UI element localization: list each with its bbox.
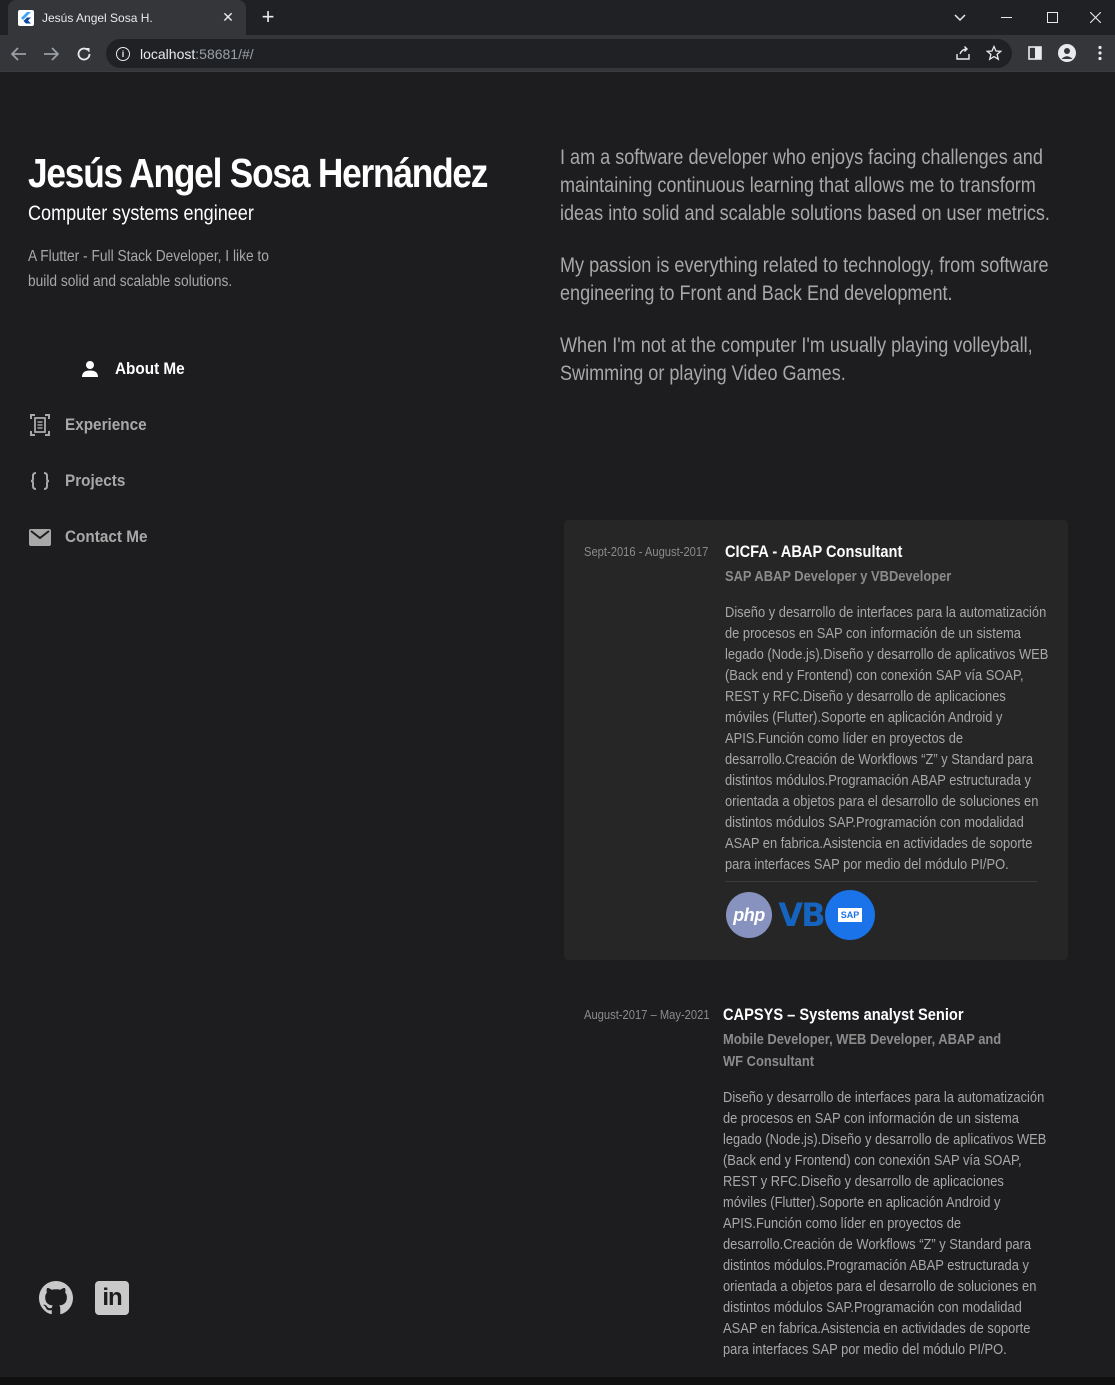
document-scan-icon bbox=[29, 414, 51, 436]
browser-menu-icon[interactable] bbox=[1090, 43, 1110, 63]
url-path: :58681/#/ bbox=[195, 45, 254, 62]
nav-contact-me[interactable]: Contact Me bbox=[29, 526, 157, 548]
experience-description: Diseño y desarrollo de interfaces para l… bbox=[725, 604, 1049, 873]
side-panel-icon[interactable] bbox=[1025, 43, 1045, 63]
browser-tab[interactable]: Jesús Angel Sosa H. ✕ bbox=[8, 0, 246, 35]
portfolio-page: Jesús Angel Sosa Hernández Computer syst… bbox=[0, 72, 1115, 1377]
nav-about-me[interactable]: About Me bbox=[79, 358, 192, 380]
profile-role: Computer systems engineer bbox=[28, 202, 254, 225]
bookmark-star-icon[interactable] bbox=[985, 44, 1003, 65]
sap-logo-text: SAP bbox=[837, 908, 863, 922]
code-braces-icon bbox=[29, 470, 51, 492]
page-bottom-edge bbox=[0, 1377, 1115, 1385]
flutter-favicon-icon bbox=[18, 9, 34, 26]
tab-title: Jesús Angel Sosa H. bbox=[42, 10, 153, 25]
mail-icon bbox=[29, 526, 51, 548]
tab-search-chevron-icon[interactable] bbox=[937, 0, 983, 35]
person-icon bbox=[79, 358, 101, 380]
nav-label: Contact Me bbox=[65, 527, 148, 546]
share-icon[interactable] bbox=[954, 45, 972, 65]
vb-logo-icon: VB bbox=[776, 892, 826, 938]
linkedin-logo-text: in bbox=[102, 1284, 122, 1311]
php-logo-text: php bbox=[733, 904, 765, 925]
nav-label: Experience bbox=[65, 415, 147, 434]
forward-arrow-icon[interactable] bbox=[38, 41, 64, 67]
experience-description: Diseño y desarrollo de interfaces para l… bbox=[723, 1089, 1047, 1358]
nav-experience[interactable]: Experience bbox=[29, 414, 156, 436]
site-info-icon[interactable]: i bbox=[116, 46, 130, 61]
profile-avatar-icon[interactable] bbox=[1057, 43, 1077, 63]
new-tab-button[interactable]: + bbox=[256, 6, 280, 30]
vb-logo-text: VB bbox=[778, 896, 825, 934]
about-section: I am a software developer who enjoys fac… bbox=[560, 144, 1050, 412]
about-paragraph: I am a software developer who enjoys fac… bbox=[560, 146, 1050, 225]
profile-tagline: A Flutter - Full Stack Developer, I like… bbox=[28, 248, 269, 290]
close-window-button[interactable] bbox=[1072, 0, 1115, 35]
address-bar[interactable]: i localhost:58681/#/ bbox=[106, 39, 1012, 68]
github-icon[interactable] bbox=[39, 1281, 73, 1315]
experience-subtitle: Mobile Developer, WEB Developer, ABAP an… bbox=[723, 1031, 1002, 1070]
maximize-button[interactable] bbox=[1029, 0, 1075, 35]
sap-logo-icon: SAP bbox=[825, 890, 875, 940]
experience-title: CAPSYS – Systems analyst Senior bbox=[723, 1005, 964, 1024]
minimize-button[interactable] bbox=[983, 0, 1029, 35]
experience-title: CICFA - ABAP Consultant bbox=[725, 542, 903, 561]
nav-label: About Me bbox=[115, 359, 185, 378]
about-paragraph: My passion is everything related to tech… bbox=[560, 254, 1049, 305]
experience-date: Sept-2016 - August-2017 bbox=[584, 544, 709, 559]
reload-icon[interactable] bbox=[71, 41, 97, 67]
divider bbox=[725, 881, 1037, 882]
php-logo-icon: php bbox=[726, 892, 772, 938]
back-arrow-icon[interactable] bbox=[6, 41, 32, 67]
nav-label: Projects bbox=[65, 471, 126, 490]
browser-toolbar: i localhost:58681/#/ bbox=[0, 35, 1115, 72]
about-paragraph: When I'm not at the computer I'm usually… bbox=[560, 334, 1033, 385]
nav-projects[interactable]: Projects bbox=[29, 470, 132, 492]
browser-tab-strip: Jesús Angel Sosa H. ✕ + bbox=[0, 0, 1115, 35]
experience-date: August-2017 – May-2021 bbox=[584, 1007, 710, 1022]
linkedin-icon[interactable]: in bbox=[95, 1281, 129, 1315]
url-host: localhost bbox=[140, 45, 196, 62]
experience-subtitle: SAP ABAP Developer y VBDeveloper bbox=[725, 568, 952, 585]
profile-name: Jesús Angel Sosa Hernández bbox=[28, 150, 488, 196]
tab-close-icon[interactable]: ✕ bbox=[220, 9, 236, 26]
